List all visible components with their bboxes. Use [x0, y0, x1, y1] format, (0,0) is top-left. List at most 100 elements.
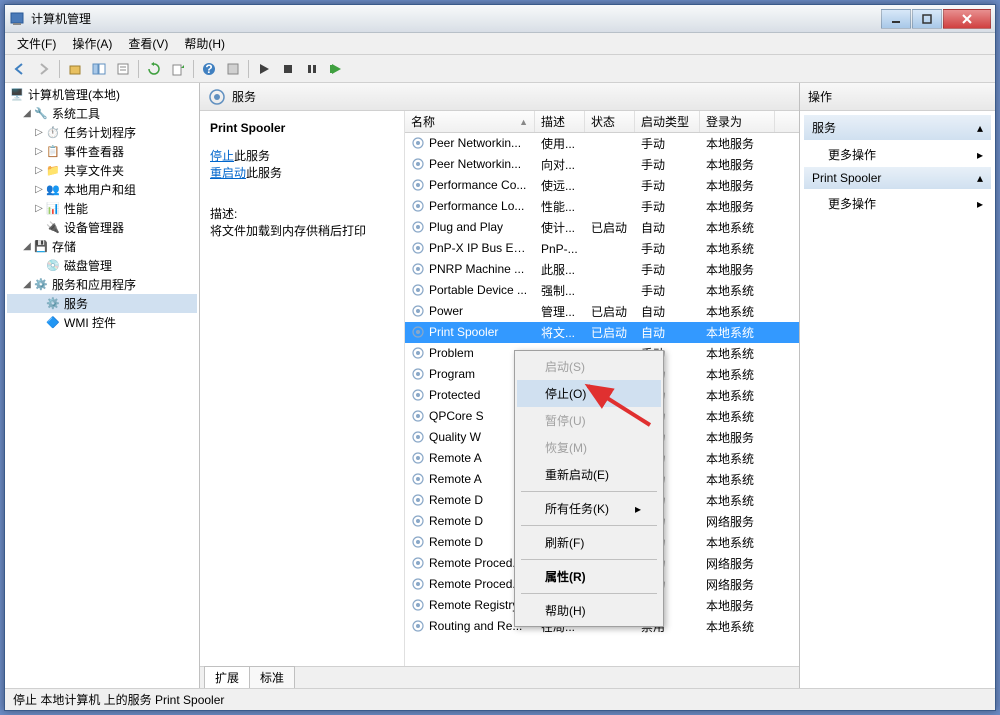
help-button[interactable]: ?	[198, 58, 220, 80]
tree-task-scheduler[interactable]: ▷⏱️任务计划程序	[7, 123, 197, 142]
ctx-properties[interactable]: 属性(R)	[517, 563, 661, 590]
cell-name: Performance Lo...	[405, 197, 535, 217]
col-status[interactable]: 状态	[585, 111, 635, 132]
menu-action[interactable]: 操作(A)	[64, 33, 120, 54]
tree-event-viewer[interactable]: ▷📋事件查看器	[7, 142, 197, 161]
stop-service-button[interactable]	[277, 58, 299, 80]
cell-desc: PnP-...	[535, 240, 585, 258]
menu-file[interactable]: 文件(F)	[9, 33, 64, 54]
tree-local-users[interactable]: ▷👥本地用户和组	[7, 180, 197, 199]
main-window: 计算机管理 文件(F) 操作(A) 查看(V) 帮助(H) ? 🖥️计	[4, 4, 996, 711]
tree-disk-mgmt[interactable]: 💿磁盘管理	[7, 256, 197, 275]
cell-logon: 本地服务	[700, 595, 775, 616]
gear-icon	[411, 535, 427, 551]
cell-logon: 本地系统	[700, 280, 775, 301]
app-icon	[9, 11, 25, 27]
expand-icon[interactable]: ▷	[33, 146, 45, 157]
cell-status: 已启动	[585, 322, 635, 343]
up-button[interactable]	[64, 58, 86, 80]
start-service-button[interactable]	[253, 58, 275, 80]
refresh-button[interactable]	[143, 58, 165, 80]
tree-performance[interactable]: ▷📊性能	[7, 199, 197, 218]
tb-icon[interactable]	[222, 58, 244, 80]
collapse-icon: ▴	[977, 171, 983, 185]
tree-services-apps[interactable]: ◢⚙️服务和应用程序	[7, 275, 197, 294]
tree-label: 磁盘管理	[64, 257, 112, 274]
service-row[interactable]: Performance Lo...性能...手动本地服务	[405, 196, 799, 217]
restart-link[interactable]: 重启动	[210, 166, 246, 180]
ctx-refresh[interactable]: 刷新(F)	[517, 529, 661, 556]
tree-label: 性能	[64, 200, 88, 217]
apps-icon: ⚙️	[33, 277, 49, 293]
tree-pane[interactable]: 🖥️计算机管理(本地) ◢🔧系统工具 ▷⏱️任务计划程序 ▷📋事件查看器 ▷📁共…	[5, 83, 200, 688]
service-row[interactable]: Power管理...已启动自动本地系统	[405, 301, 799, 322]
properties-button[interactable]	[112, 58, 134, 80]
folder-icon: 📁	[45, 163, 61, 179]
tree-storage[interactable]: ◢💾存储	[7, 237, 197, 256]
users-icon: 👥	[45, 182, 61, 198]
tree-shared-folders[interactable]: ▷📁共享文件夹	[7, 161, 197, 180]
tree-services[interactable]: ⚙️服务	[7, 294, 197, 313]
show-hide-tree-button[interactable]	[88, 58, 110, 80]
gear-icon	[411, 157, 427, 173]
menu-help[interactable]: 帮助(H)	[176, 33, 233, 54]
menu-view[interactable]: 查看(V)	[120, 33, 176, 54]
collapse-icon[interactable]: ◢	[21, 108, 33, 119]
gear-icon	[411, 577, 427, 593]
close-button[interactable]	[943, 9, 991, 29]
ctx-stop[interactable]: 停止(O)	[517, 380, 661, 407]
cell-desc: 管理...	[535, 301, 585, 322]
maximize-button[interactable]	[912, 9, 942, 29]
service-row[interactable]: Peer Networkin...使用...手动本地服务	[405, 133, 799, 154]
restart-service-button[interactable]	[325, 58, 347, 80]
tree-wmi[interactable]: 🔷WMI 控件	[7, 313, 197, 332]
stop-suffix: 此服务	[234, 149, 270, 163]
ctx-label: 所有任务(K)	[545, 500, 609, 517]
expand-icon[interactable]: ▷	[33, 165, 45, 176]
action-more-1[interactable]: 更多操作▸	[804, 142, 991, 167]
cell-logon: 本地系统	[700, 385, 775, 406]
service-row[interactable]: PNRP Machine ...此服...手动本地服务	[405, 259, 799, 280]
expand-icon[interactable]: ▷	[33, 203, 45, 214]
tree-device-manager[interactable]: 🔌设备管理器	[7, 218, 197, 237]
cell-logon: 本地服务	[700, 175, 775, 196]
service-row[interactable]: Plug and Play使计...已启动自动本地系统	[405, 217, 799, 238]
col-logon[interactable]: 登录为	[700, 111, 775, 132]
ctx-restart[interactable]: 重新启动(E)	[517, 461, 661, 488]
titlebar[interactable]: 计算机管理	[5, 5, 995, 33]
pause-service-button[interactable]	[301, 58, 323, 80]
export-button[interactable]	[167, 58, 189, 80]
minimize-button[interactable]	[881, 9, 911, 29]
forward-button[interactable]	[33, 58, 55, 80]
service-row[interactable]: Portable Device ...强制...手动本地系统	[405, 280, 799, 301]
storage-icon: 💾	[33, 239, 49, 255]
tree-system-tools[interactable]: ◢🔧系统工具	[7, 104, 197, 123]
col-label: 名称	[411, 113, 435, 130]
collapse-icon[interactable]: ◢	[21, 241, 33, 252]
cell-logon: 本地服务	[700, 154, 775, 175]
col-desc[interactable]: 描述	[535, 111, 585, 132]
tab-standard[interactable]: 标准	[249, 666, 295, 688]
ctx-resume: 恢复(M)	[517, 434, 661, 461]
expand-icon[interactable]: ▷	[33, 127, 45, 138]
action-section-spooler[interactable]: Print Spooler▴	[804, 167, 991, 189]
gear-icon	[411, 178, 427, 194]
content-area: 🖥️计算机管理(本地) ◢🔧系统工具 ▷⏱️任务计划程序 ▷📋事件查看器 ▷📁共…	[5, 83, 995, 688]
tree-root[interactable]: 🖥️计算机管理(本地)	[7, 85, 197, 104]
tab-extended[interactable]: 扩展	[204, 666, 250, 688]
ctx-help[interactable]: 帮助(H)	[517, 597, 661, 624]
expand-icon[interactable]: ▷	[33, 184, 45, 195]
service-row[interactable]: PnP-X IP Bus En...PnP-...手动本地系统	[405, 238, 799, 259]
service-row[interactable]: Print Spooler将文...已启动自动本地系统	[405, 322, 799, 343]
stop-link[interactable]: 停止	[210, 149, 234, 163]
action-section-services[interactable]: 服务▴	[804, 115, 991, 140]
col-name[interactable]: 名称▲	[405, 111, 535, 132]
service-row[interactable]: Peer Networkin...向对...手动本地服务	[405, 154, 799, 175]
service-row[interactable]: Performance Co...使远...手动本地服务	[405, 175, 799, 196]
ctx-label: 属性(R)	[545, 568, 586, 585]
back-button[interactable]	[9, 58, 31, 80]
col-startup[interactable]: 启动类型	[635, 111, 700, 132]
ctx-all-tasks[interactable]: 所有任务(K)▸	[517, 495, 661, 522]
action-more-2[interactable]: 更多操作▸	[804, 191, 991, 216]
collapse-icon[interactable]: ◢	[21, 279, 33, 290]
